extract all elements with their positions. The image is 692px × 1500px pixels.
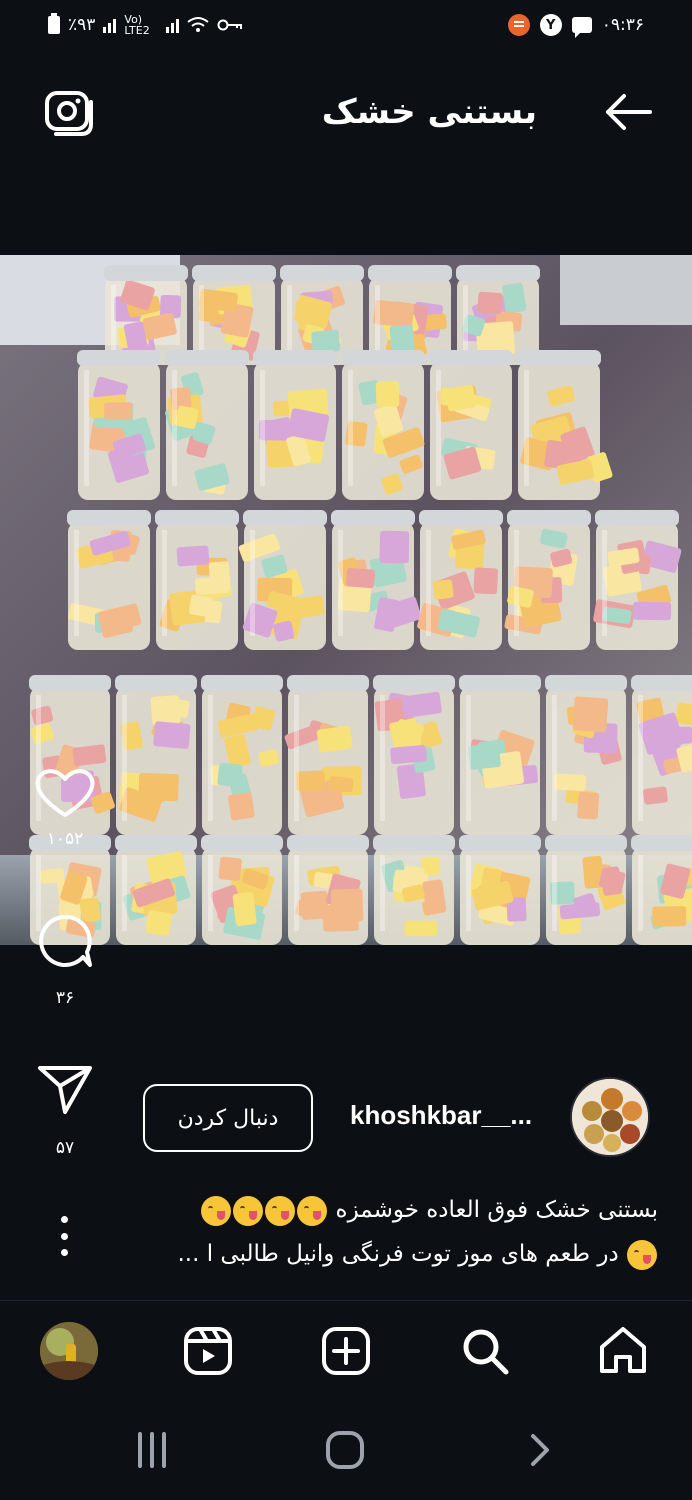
recent-apps-icon [138,1432,166,1468]
jar [459,675,541,835]
share-action[interactable]: ۵۷ [36,1062,94,1158]
jar [517,350,613,500]
send-icon [38,1066,92,1114]
author-avatar-image [572,1079,648,1155]
comment-count: ۳۶ [55,988,75,1008]
jar [201,675,283,835]
signal-icon-2 [166,17,180,33]
post-caption[interactable]: بستنی خشک فوق العاده خوشمزه در طعم های م… [98,1188,658,1276]
home-icon [600,1327,646,1373]
caption-line-1: بستنی خشک فوق العاده خوشمزه [98,1188,658,1232]
app-notification-icon [507,14,530,36]
post-image-canvas [0,255,692,945]
jar [115,835,197,945]
heart-icon [35,769,95,817]
jar [287,835,369,945]
chevron-right-icon [531,1434,549,1466]
jar [373,675,455,835]
like-action[interactable]: ۱۰۵۲ [32,765,98,849]
add-post-icon [322,1327,370,1375]
dot-icon [60,1249,68,1256]
bottom-nav [0,1300,692,1400]
signal-icon [103,17,117,33]
nav-reels[interactable] [178,1321,238,1381]
nav-search[interactable] [455,1321,515,1381]
caption-line-1-text: بستنی خشک فوق العاده خوشمزه [335,1197,658,1223]
battery-level: ٪۹۳ [68,15,96,35]
network-label: Vo) LTE2 [124,13,150,37]
arrow-back-icon [606,94,652,130]
system-navigation-bar [0,1400,692,1500]
jar [331,510,422,650]
jar [459,835,541,945]
jar [417,510,503,650]
nav-profile[interactable] [39,1321,99,1381]
jar [253,350,337,500]
jar [545,835,627,945]
jar [284,675,369,835]
nav-create[interactable] [316,1321,376,1381]
jar [155,510,239,650]
search-icon [463,1329,509,1375]
wifi-icon [187,17,210,32]
jar [201,835,283,945]
yum-emoji-icon [627,1239,657,1270]
comment-action[interactable]: ۳۶ [35,912,95,1008]
dot-icon [60,1216,68,1223]
share-count: ۵۷ [55,1138,75,1158]
caption-line-2: در طعم های موز توت فرنگی وانیل طالبی ا .… [98,1232,658,1276]
page-title: بستنی خشک [321,92,537,132]
back-button[interactable] [600,90,660,134]
comment-icon [39,914,92,967]
jar [165,350,249,500]
yum-emoji-icon [233,1195,264,1226]
message-icon [571,17,592,38]
follow-button[interactable]: دنبال کردن [143,1084,313,1152]
jar [593,510,682,650]
notification-badge: Y [539,14,562,36]
vpn-key-icon [217,19,243,31]
jar [373,835,455,945]
clock: ۰۹:۳۶ [601,15,644,35]
yum-emoji-icon [265,1195,296,1226]
jar [429,350,513,500]
home-system-button[interactable] [320,1428,370,1472]
back-system-button[interactable] [515,1428,565,1472]
dot-icon [60,1232,68,1240]
top-bar: بستنی خشک [0,50,692,175]
profile-avatar [40,1322,98,1380]
jar [238,510,327,650]
status-left: ٪۹۳ Vo) LTE2 [48,12,243,38]
nav-home[interactable] [593,1321,653,1381]
camera-button[interactable] [42,88,96,138]
jar [504,510,591,650]
battery-icon [48,13,60,34]
jar [67,510,151,650]
like-count: ۱۰۵۲ [46,829,84,849]
status-right: Y ۰۹:۳۶ [507,12,644,38]
profile-avatar-image [40,1322,98,1380]
yum-emoji-icon [201,1195,232,1226]
jar [545,675,627,835]
author-avatar[interactable] [570,1077,650,1157]
jar [631,675,692,835]
jar [77,350,161,500]
jar [115,675,197,835]
author-username[interactable]: khoshkbar__... [350,1100,532,1131]
status-bar: ٪۹۳ Vo) LTE2 Y ۰۹:۳۶ [0,0,692,50]
yum-emoji-icon [297,1195,328,1226]
camera-icon [45,91,93,136]
caption-line-2-text: در طعم های موز توت فرنگی وانیل طالبی ا .… [177,1241,619,1267]
recent-apps-button[interactable] [127,1428,177,1472]
reels-icon [184,1327,232,1375]
jar [341,350,425,500]
more-options-button[interactable] [56,1216,72,1256]
post-image[interactable] [0,255,692,945]
home-circle-icon [326,1431,364,1469]
jar [631,835,692,945]
